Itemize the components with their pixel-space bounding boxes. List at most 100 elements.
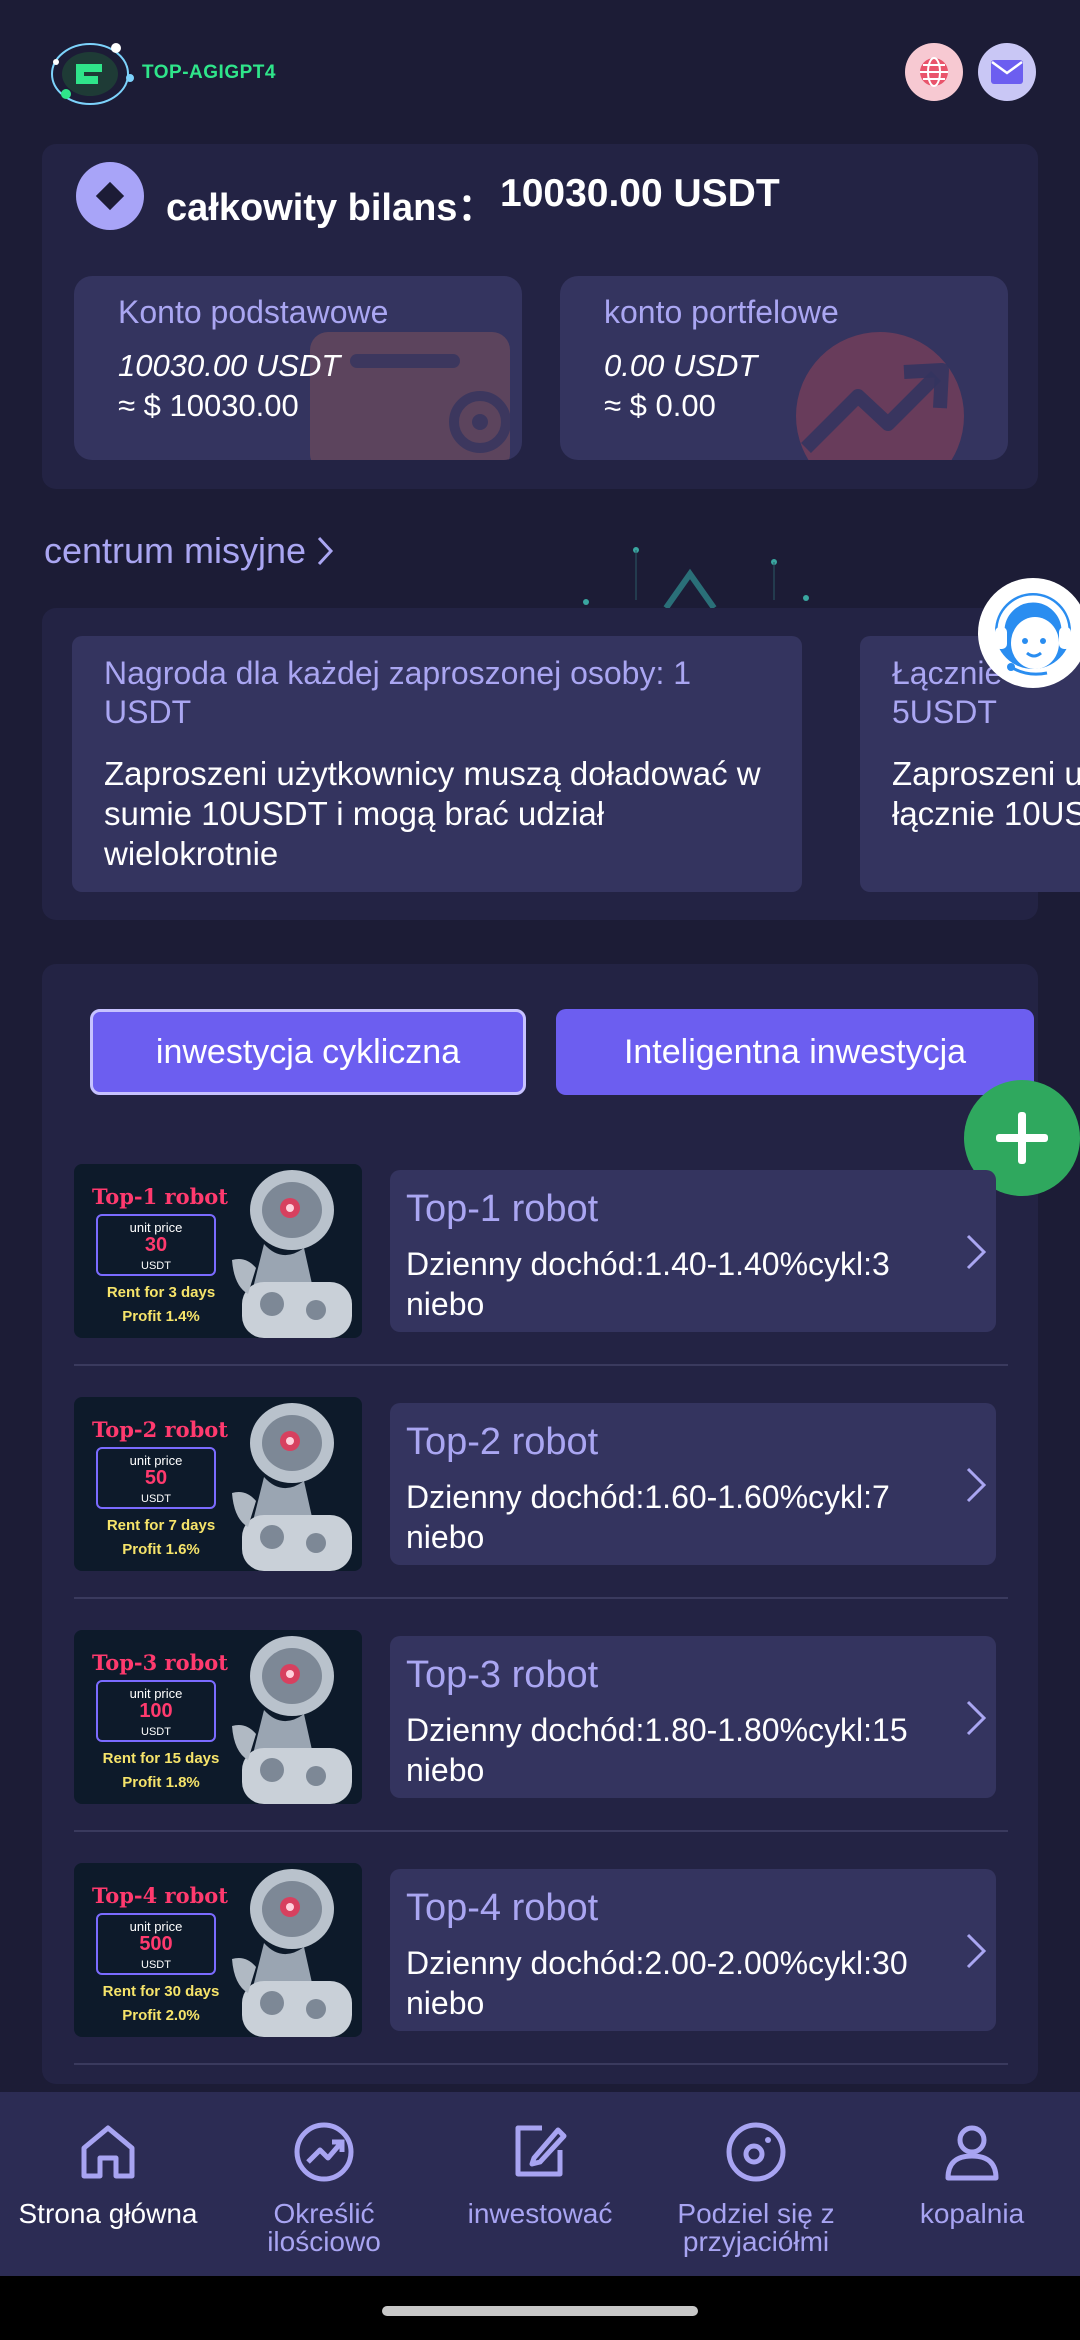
- nav-invest[interactable]: inwestować: [432, 2120, 648, 2228]
- price-box: unit price 100 USDT: [96, 1680, 216, 1742]
- robot-name: Top-4 robot: [406, 1887, 599, 1929]
- robot-list-item[interactable]: Top-3 robot unit price 100 USDT Rent for…: [74, 1630, 1008, 1862]
- home-indicator[interactable]: [382, 2306, 698, 2316]
- mission-center-title: centrum misyjne: [44, 530, 307, 571]
- unit-price-value: 30: [144, 1234, 168, 1256]
- robot-daily-income: Dzienny dochód:2.00-2.00%cykl:30 niebo: [406, 1945, 908, 2021]
- nav-label: Określić ilościowo: [267, 2198, 381, 2257]
- total-balance-value: 10030.00 USDT: [500, 172, 780, 215]
- price-currency: USDT: [141, 1260, 171, 1272]
- rent-duration: Rent for 30 days: [102, 1983, 220, 2000]
- robot-image-title: Top-1 robot: [92, 1184, 229, 1209]
- app-logo: [46, 28, 142, 112]
- unit-price-label: unit price: [129, 1919, 183, 1934]
- basic-account-title: Konto podstawowe: [118, 294, 389, 330]
- trend-up-icon: [796, 332, 964, 460]
- unit-price-value: 100: [139, 1700, 173, 1722]
- nav-home[interactable]: Strona główna: [0, 2120, 216, 2228]
- robot-daily-income: Dzienny dochód:1.60-1.60%cykl:7 niebo: [406, 1479, 890, 1555]
- chevron-right-icon: [966, 1467, 987, 1503]
- robot-info-panel[interactable]: Top-3 robot Dzienny dochód:1.80-1.80%cyk…: [390, 1636, 996, 1798]
- network-decoration: [583, 547, 809, 610]
- app-name: TOP-AGIGPT4: [142, 62, 276, 83]
- robot-list-item[interactable]: Top-1 robot unit price 30 USDT Rent for …: [74, 1164, 1008, 1396]
- robot-daily-income: Dzienny dochód:1.80-1.80%cykl:15 niebo: [406, 1712, 908, 1788]
- nav-label: kopalnia: [919, 2198, 1025, 2229]
- robot-list-item[interactable]: Top-4 robot unit price 500 USDT Rent for…: [74, 1863, 1008, 2095]
- headset-icon: [985, 585, 1080, 681]
- globe-icon: [920, 57, 948, 87]
- share-icon: [726, 2122, 786, 2182]
- robot-list-item[interactable]: Top-2 robot unit price 50 USDT Rent for …: [74, 1397, 1008, 1629]
- basic-account-card[interactable]: Konto podstawowe 10030.00 USDT ≈ $ 10030…: [74, 276, 522, 460]
- profit-rate: Profit 1.8%: [122, 1774, 200, 1791]
- task-description: Zaproszeni użytkownicy muszą doładować w…: [104, 755, 761, 872]
- profit-rate: Profit 2.0%: [122, 2007, 200, 2024]
- diamond-icon: [76, 162, 144, 230]
- basic-account-amount: 10030.00 USDT: [118, 348, 341, 383]
- robot-image-title: Top-3 robot: [92, 1650, 229, 1675]
- rent-duration: Rent for 7 days: [106, 1517, 216, 1534]
- task-title: Nagroda dla każdej zaproszonej osoby: 1 …: [104, 655, 692, 730]
- basic-account-usd: ≈ $ 10030.00: [118, 388, 299, 423]
- wallet-account-amount: 0.00 USDT: [604, 348, 758, 383]
- price-box: unit price 50 USDT: [96, 1447, 216, 1509]
- chevron-right-icon: [966, 1700, 987, 1736]
- mission-task[interactable]: Nagroda dla każdej zaproszonej osoby: 1 …: [72, 636, 802, 892]
- price-currency: USDT: [141, 1726, 171, 1738]
- robot-daily-income: Dzienny dochód:1.40-1.40%cykl:3 niebo: [406, 1246, 890, 1322]
- robot-image-title: Top-4 robot: [92, 1883, 229, 1908]
- nav-mine[interactable]: kopalnia: [864, 2120, 1080, 2228]
- row-divider: [74, 1597, 1008, 1599]
- robot-image-title: Top-2 robot: [92, 1417, 229, 1442]
- unit-price-label: unit price: [129, 1686, 183, 1701]
- unit-price-label: unit price: [129, 1453, 183, 1468]
- nav-label: Podziel się z przyjaciółmi: [677, 2198, 835, 2257]
- nav-quantify[interactable]: Określić ilościowo: [216, 2120, 432, 2256]
- language-button[interactable]: [905, 43, 963, 101]
- price-currency: USDT: [141, 1959, 171, 1971]
- plus-icon: [996, 1112, 1048, 1164]
- robot-info-panel[interactable]: Top-4 robot Dzienny dochód:2.00-2.00%cyk…: [390, 1869, 996, 2031]
- chevron-right-icon: [966, 1933, 987, 1969]
- mail-icon: [991, 60, 1023, 84]
- total-balance-label: całkowity bilans：: [166, 187, 496, 229]
- robot-info-panel[interactable]: Top-2 robot Dzienny dochód:1.60-1.60%cyk…: [390, 1403, 996, 1565]
- row-divider: [74, 1830, 1008, 1832]
- chart-icon: [294, 2122, 354, 2182]
- nav-label: inwestować: [467, 2198, 613, 2229]
- chevron-right-icon: [966, 1234, 987, 1270]
- price-box: unit price 500 USDT: [96, 1913, 216, 1975]
- robot-product-image: Top-4 robot unit price 500 USDT Rent for…: [74, 1863, 362, 2037]
- profit-rate: Profit 1.6%: [122, 1541, 200, 1558]
- row-divider: [74, 2063, 1008, 2065]
- nav-label: Strona główna: [18, 2198, 198, 2229]
- edit-icon: [515, 2125, 567, 2177]
- home-icon: [81, 2125, 135, 2179]
- chevron-right-icon: [317, 536, 334, 566]
- wallet-account-usd: ≈ $ 0.00: [604, 388, 716, 423]
- wallet-account-title: konto portfelowe: [604, 294, 839, 330]
- robot-name: Top-3 robot: [406, 1654, 599, 1696]
- task-description: Zaproszeni u łącznie 10US: [892, 755, 1080, 832]
- mission-center-link[interactable]: centrum misyjne: [44, 530, 334, 572]
- robot-product-image: Top-3 robot unit price 100 USDT Rent for…: [74, 1630, 362, 1804]
- user-icon: [945, 2125, 999, 2181]
- price-currency: USDT: [141, 1493, 171, 1505]
- tab-smart-investment[interactable]: Inteligentna inwestycja: [556, 1009, 1034, 1095]
- row-divider: [74, 1364, 1008, 1366]
- price-box: unit price 30 USDT: [96, 1214, 216, 1276]
- robot-product-image: Top-2 robot unit price 50 USDT Rent for …: [74, 1397, 362, 1571]
- unit-price-value: 500: [139, 1933, 173, 1955]
- robot-info-panel[interactable]: Top-1 robot Dzienny dochód:1.40-1.40%cyk…: [390, 1170, 996, 1332]
- customer-support-button[interactable]: [978, 578, 1080, 688]
- rent-duration: Rent for 3 days: [106, 1284, 216, 1301]
- wallet-account-card[interactable]: konto portfelowe 0.00 USDT ≈ $ 0.00: [560, 276, 1008, 460]
- unit-price-label: unit price: [129, 1220, 183, 1235]
- profit-rate: Profit 1.4%: [122, 1308, 200, 1325]
- messages-button[interactable]: [978, 43, 1036, 101]
- tab-cyclic-investment[interactable]: inwestycja cykliczna: [90, 1009, 526, 1095]
- robot-name: Top-2 robot: [406, 1421, 599, 1463]
- unit-price-value: 50: [144, 1467, 168, 1489]
- nav-share[interactable]: Podziel się z przyjaciółmi: [648, 2120, 864, 2256]
